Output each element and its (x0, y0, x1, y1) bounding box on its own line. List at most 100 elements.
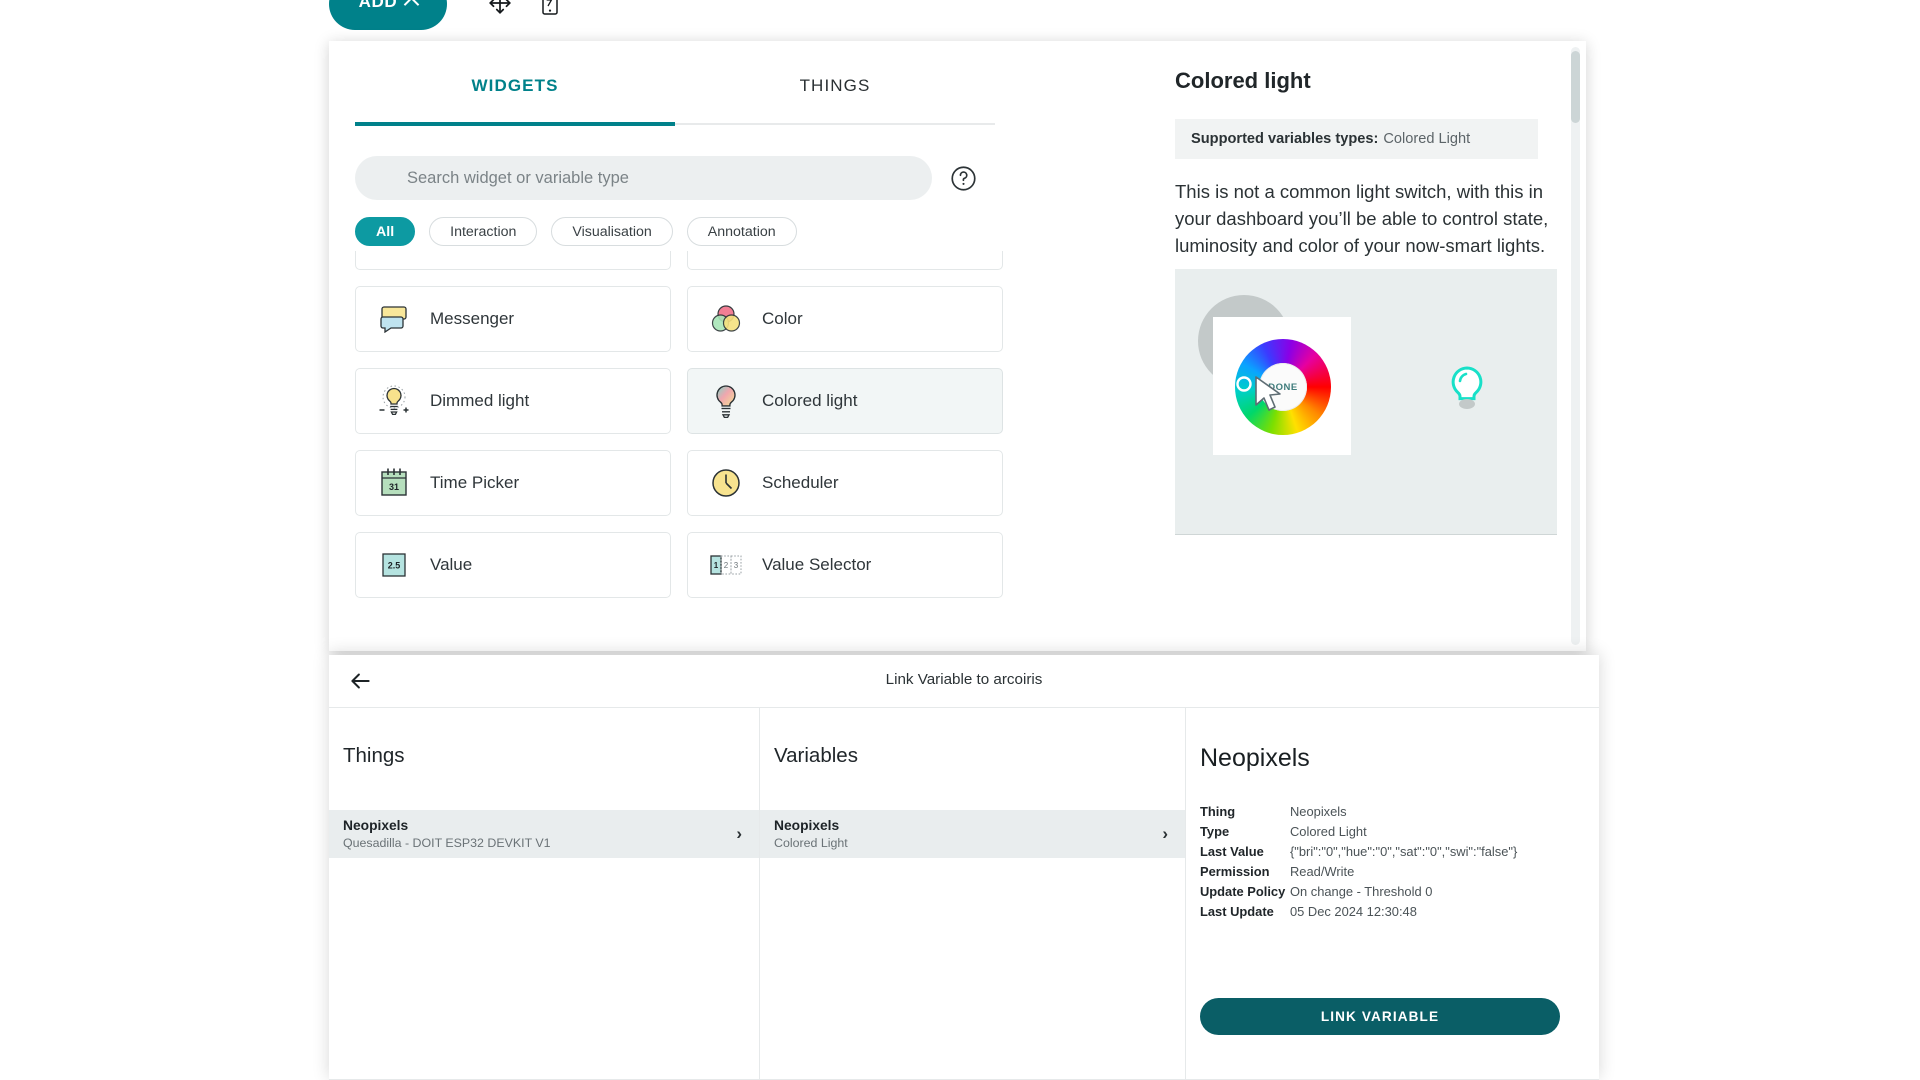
tab-widgets[interactable]: WIDGETS (355, 59, 675, 123)
filter-chip-all-label: All (376, 223, 395, 240)
preview-color-picker-card: DONE (1213, 317, 1351, 455)
value-selector-icon: 1 2 3 (708, 547, 744, 583)
widget-card-stepper[interactable]: Stepper (687, 251, 1003, 270)
widget-card-value-selector[interactable]: 1 2 3 Value Selector (687, 532, 1003, 598)
widget-card-time-picker-label: Time Picker (430, 473, 520, 492)
things-column-header: Things (343, 744, 405, 767)
mobile-preview-icon[interactable] (538, 0, 562, 21)
color-icon (708, 301, 744, 337)
detail-value-last-update: 05 Dec 2024 12:30:48 (1290, 904, 1417, 919)
chevron-right-icon: › (1162, 824, 1168, 843)
widget-picker-panel: WIDGETS THINGS Search widget or variable… (329, 41, 1586, 651)
calendar-icon: 31 (376, 465, 412, 501)
chevron-up-icon (404, 0, 420, 12)
app-root: ADD WIDGETS THINGS Search widget or vari… (0, 0, 1920, 1080)
search-input[interactable] (355, 156, 932, 200)
value-icon: 2.5 (376, 547, 412, 583)
search-area (355, 156, 995, 200)
detail-row-thing: Thing Neopixels (1200, 804, 1613, 819)
detail-scrollbar-thumb[interactable] (1571, 51, 1580, 123)
clock-icon (708, 465, 744, 501)
widget-preview-image: DONE (1175, 269, 1557, 535)
stepper-icon (708, 251, 744, 255)
detail-key-permission: Permission (1200, 864, 1270, 879)
tab-widgets-label: WIDGETS (471, 76, 559, 95)
picker-left-column: WIDGETS THINGS Search widget or variable… (329, 41, 1019, 651)
cursor-pointer-icon (1255, 376, 1281, 411)
variables-list-item-name: Neopixels (774, 817, 840, 833)
things-column: Things Neopixels Quesadilla - DOIT ESP32… (329, 708, 759, 1080)
variable-details-title: Neopixels (1200, 744, 1310, 772)
detail-key-type: Type (1200, 824, 1230, 839)
help-circle-icon[interactable] (950, 165, 977, 197)
filter-chip-interaction[interactable]: Interaction (429, 217, 538, 246)
detail-value-type: Colored Light (1290, 824, 1367, 839)
widget-card-color-label: Color (762, 309, 803, 328)
detail-row-last-update: Last Update 05 Dec 2024 12:30:48 (1200, 904, 1613, 919)
widget-card-value-selector-label: Value Selector (762, 555, 872, 574)
widget-card-colored-light[interactable]: Colored light (687, 368, 1003, 434)
supported-value: Colored Light (1383, 131, 1471, 147)
svg-text:2: 2 (724, 561, 729, 570)
svg-text:31: 31 (389, 482, 399, 492)
variable-details-column: Neopixels Thing Neopixels Type Colored Lig… (1186, 708, 1599, 1080)
colored-light-icon (708, 383, 744, 419)
filter-chip-interaction-label: Interaction (450, 223, 517, 240)
widget-card-messenger[interactable]: Messenger (355, 286, 671, 352)
detail-value-update-policy: On change - Threshold 0 (1290, 884, 1433, 899)
filter-chip-visualisation[interactable]: Visualisation (551, 217, 673, 246)
widget-card-slider[interactable]: Slider (355, 251, 671, 270)
svg-text:3: 3 (734, 561, 739, 570)
active-tab-indicator (355, 122, 675, 126)
things-list-item-name: Neopixels (343, 817, 409, 833)
filter-chip-visualisation-label: Visualisation (572, 223, 652, 240)
widget-card-messenger-label: Messenger (430, 309, 515, 328)
messenger-icon (376, 301, 412, 337)
picker-detail-pane: Colored light Supported variables types:… (1019, 41, 1586, 651)
widget-card-scheduler[interactable]: Scheduler (687, 450, 1003, 516)
link-variable-button[interactable]: LINK VARIABLE (1200, 998, 1560, 1035)
detail-row-type: Type Colored Light (1200, 824, 1613, 839)
chevron-right-icon: › (736, 824, 742, 843)
filter-chips: All Interaction Visualisation Annotation (355, 217, 797, 246)
tab-things-label: THINGS (799, 76, 871, 95)
widget-card-dimmed-light[interactable]: Dimmed light (355, 368, 671, 434)
wheel-handle-icon (1236, 376, 1252, 392)
filter-chip-all[interactable]: All (355, 217, 416, 246)
variables-column-header: Variables (774, 744, 858, 767)
widget-card-dimmed-light-label: Dimmed light (430, 391, 530, 410)
widget-grid: Slider Steppe (355, 251, 1003, 598)
preview-bulb-outline-icon (1445, 364, 1489, 425)
widget-card-color[interactable]: Color (687, 286, 1003, 352)
detail-row-permission: Permission Read/Write (1200, 864, 1613, 879)
add-button[interactable]: ADD (329, 0, 447, 30)
things-list-item-subtitle: Quesadilla - DOIT ESP32 DEVKIT V1 (343, 835, 551, 850)
widget-card-time-picker[interactable]: 31 Time Picker (355, 450, 671, 516)
slider-icon (376, 251, 412, 255)
filter-chip-annotation[interactable]: Annotation (686, 217, 797, 246)
detail-title: Colored light (1175, 68, 1311, 93)
dimmed-light-icon (376, 383, 412, 419)
modal-title: Link Variable to arcoiris (885, 671, 1043, 688)
svg-text:1: 1 (714, 561, 719, 570)
filter-chip-annotation-label: Annotation (707, 223, 776, 240)
detail-key-thing: Thing (1200, 804, 1236, 819)
widget-grid-scroll[interactable]: Slider Steppe (355, 251, 1003, 651)
tabs-underline (355, 122, 995, 126)
widget-card-value-label: Value (430, 555, 473, 574)
widget-card-value[interactable]: 2.5 Value (355, 532, 671, 598)
supported-variable-types: Supported variables types: Colored Light (1175, 119, 1538, 159)
move-arrows-icon[interactable] (487, 0, 513, 21)
detail-scrollbar-track[interactable] (1571, 47, 1580, 645)
detail-value-thing: Neopixels (1290, 804, 1347, 819)
link-variable-modal: Link Variable to arcoiris Things Neopixe… (329, 655, 1599, 1080)
detail-description: This is not a common light switch, with … (1175, 181, 1549, 256)
variables-list-item[interactable]: Neopixels Colored Light › (760, 810, 1185, 858)
variables-list-item-subtitle: Colored Light (774, 835, 848, 850)
widget-card-colored-light-label: Colored light (762, 391, 858, 410)
detail-value-last-value: {"bri":"0","hue":"0","sat":"0","swi":"fa… (1290, 844, 1518, 859)
things-list-item[interactable]: Neopixels Quesadilla - DOIT ESP32 DEVKIT… (329, 810, 759, 858)
tab-things[interactable]: THINGS (675, 59, 995, 123)
svg-text:2.5: 2.5 (388, 561, 401, 571)
add-button-label: ADD (358, 0, 398, 11)
